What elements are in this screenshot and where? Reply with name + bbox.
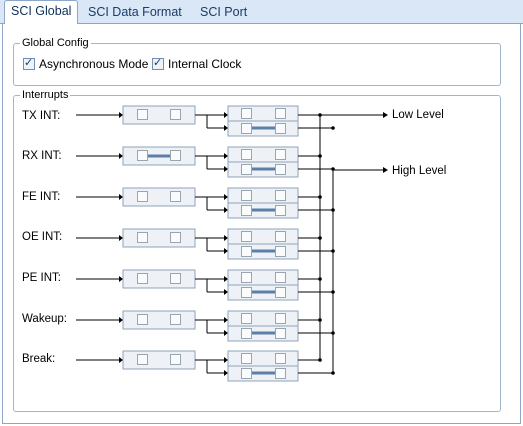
arrow-icon xyxy=(383,167,388,173)
first-selector-box xyxy=(122,269,196,289)
arrow-icon xyxy=(224,235,228,241)
arrow-icon xyxy=(224,248,228,254)
first-selector-checkbox-b[interactable] xyxy=(170,150,181,161)
arrow-icon xyxy=(119,112,123,118)
arrow-icon xyxy=(119,276,123,282)
arrow-icon xyxy=(224,112,228,118)
first-selector-box xyxy=(122,187,196,207)
second-selector-checkbox-tl[interactable] xyxy=(241,353,252,364)
arrow-icon xyxy=(224,370,228,376)
arrow-icon xyxy=(383,112,388,118)
first-selector-checkbox-a[interactable] xyxy=(137,354,148,365)
first-selector-box xyxy=(122,310,196,330)
second-selector-checkbox-bl[interactable] xyxy=(241,246,252,257)
second-selector-checkbox-br[interactable] xyxy=(275,287,286,298)
arrow-icon xyxy=(224,276,228,282)
arrow-icon xyxy=(119,357,123,363)
arrow-icon xyxy=(224,194,228,200)
arrow-icon xyxy=(119,235,123,241)
second-selector-checkbox-tr[interactable] xyxy=(275,231,286,242)
second-selector-checkbox-tl[interactable] xyxy=(241,108,252,119)
second-selector-checkbox-br[interactable] xyxy=(275,368,286,379)
first-selector-checkbox-b[interactable] xyxy=(170,191,181,202)
arrow-icon xyxy=(224,166,228,172)
first-selector-box xyxy=(122,105,196,125)
junction-dot xyxy=(331,126,335,130)
arrow-icon xyxy=(119,153,123,159)
first-selector-checkbox-a[interactable] xyxy=(137,273,148,284)
second-selector-checkbox-br[interactable] xyxy=(275,246,286,257)
arrow-icon xyxy=(224,330,228,336)
second-selector-checkbox-tl[interactable] xyxy=(241,190,252,201)
arrow-icon xyxy=(119,317,123,323)
arrow-icon xyxy=(224,153,228,159)
first-selector-checkbox-a[interactable] xyxy=(137,191,148,202)
first-selector-checkbox-b[interactable] xyxy=(170,314,181,325)
second-selector-checkbox-bl[interactable] xyxy=(241,164,252,175)
arrow-icon xyxy=(224,207,228,213)
first-selector-checkbox-a[interactable] xyxy=(137,150,148,161)
second-selector-checkbox-br[interactable] xyxy=(275,328,286,339)
first-selector-checkbox-a[interactable] xyxy=(137,314,148,325)
second-selector-checkbox-tr[interactable] xyxy=(275,149,286,160)
second-selector-checkbox-tr[interactable] xyxy=(275,313,286,324)
arrow-icon xyxy=(224,125,228,131)
second-selector-checkbox-bl[interactable] xyxy=(241,368,252,379)
first-selector-checkbox-b[interactable] xyxy=(170,354,181,365)
second-selector-checkbox-bl[interactable] xyxy=(241,205,252,216)
second-selector-checkbox-tr[interactable] xyxy=(275,190,286,201)
second-selector-checkbox-tl[interactable] xyxy=(241,231,252,242)
second-selector-checkbox-bl[interactable] xyxy=(241,123,252,134)
arrow-icon xyxy=(224,289,228,295)
second-selector-checkbox-tl[interactable] xyxy=(241,313,252,324)
second-selector-checkbox-tl[interactable] xyxy=(241,149,252,160)
first-selector-checkbox-b[interactable] xyxy=(170,232,181,243)
arrow-icon xyxy=(224,357,228,363)
second-selector-checkbox-bl[interactable] xyxy=(241,287,252,298)
arrow-icon xyxy=(119,194,123,200)
first-selector-checkbox-a[interactable] xyxy=(137,232,148,243)
second-selector-checkbox-bl[interactable] xyxy=(241,328,252,339)
second-selector-checkbox-tl[interactable] xyxy=(241,272,252,283)
second-selector-checkbox-br[interactable] xyxy=(275,205,286,216)
arrow-icon xyxy=(224,317,228,323)
second-selector-checkbox-br[interactable] xyxy=(275,164,286,175)
second-selector-checkbox-tr[interactable] xyxy=(275,353,286,364)
first-selector-checkbox-b[interactable] xyxy=(170,273,181,284)
first-selector-checkbox-a[interactable] xyxy=(137,109,148,120)
second-selector-checkbox-tr[interactable] xyxy=(275,108,286,119)
second-selector-checkbox-tr[interactable] xyxy=(275,272,286,283)
first-selector-box xyxy=(122,350,196,370)
second-selector-checkbox-br[interactable] xyxy=(275,123,286,134)
interrupt-routing-diagram xyxy=(76,105,388,382)
first-selector-checkbox-b[interactable] xyxy=(170,109,181,120)
first-selector-box xyxy=(122,228,196,248)
